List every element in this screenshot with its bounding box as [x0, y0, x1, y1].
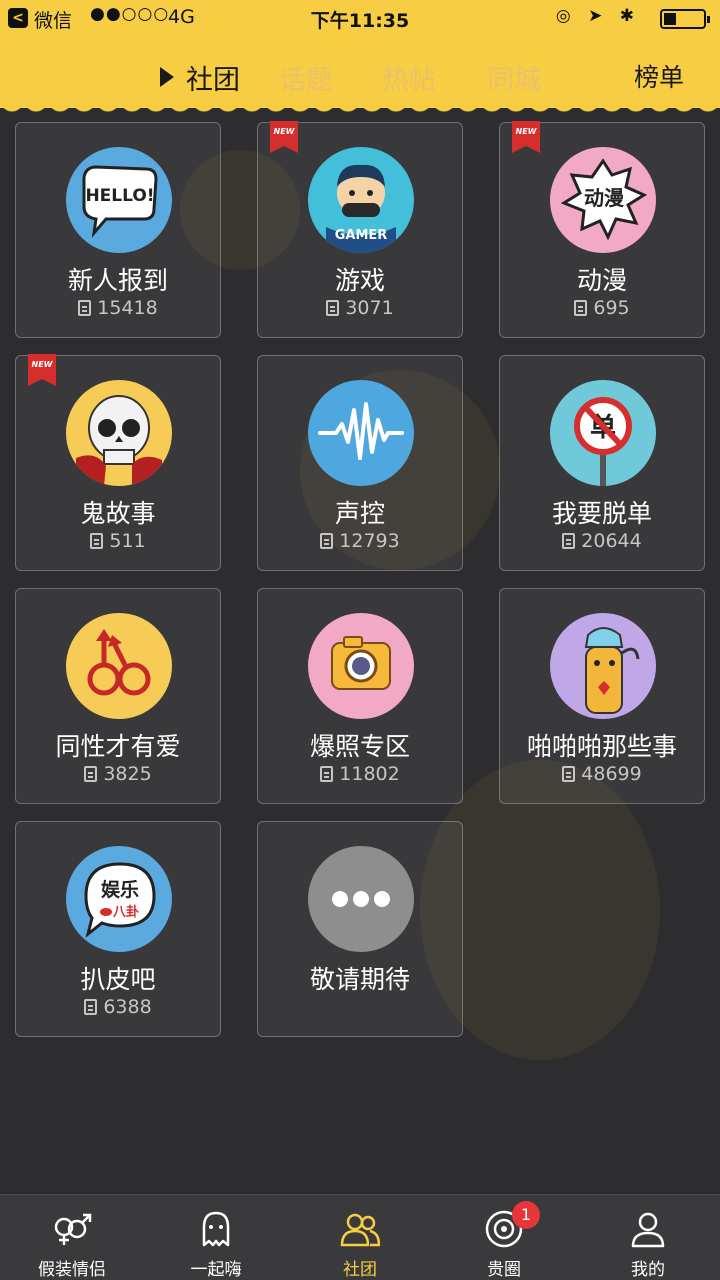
skull-icon [66, 380, 172, 486]
status-icons: ◎ ➤ ✱ [555, 6, 640, 26]
posts-doc-icon [84, 999, 98, 1015]
club-card-adult-talk[interactable]: 啪啪啪那些事 48699 [499, 588, 705, 804]
gamer-controller-icon: GAMER [308, 147, 414, 253]
tab-circle[interactable]: 1 贵圈 [432, 1195, 576, 1280]
sound-wave-icon [308, 380, 414, 486]
tab-topics[interactable]: 话题 [279, 58, 333, 97]
tab-mine[interactable]: 我的 [576, 1195, 720, 1280]
posts-doc-icon [326, 300, 340, 316]
club-post-count: 511 [16, 530, 220, 552]
comic-burst-icon: 动漫 [550, 147, 656, 253]
club-post-count: 6388 [16, 996, 220, 1018]
group-people-icon [340, 1209, 381, 1249]
tab-label: 我的 [631, 1260, 665, 1280]
bottom-tab-bar: 假装情侣 一起嗨 社团 1 贵圈 我的 [0, 1194, 720, 1280]
svg-text:动漫: 动漫 [584, 186, 625, 210]
posts-doc-icon [574, 300, 588, 316]
club-post-count: 20644 [500, 530, 704, 552]
club-card-photos[interactable]: 爆照专区 11802 [257, 588, 463, 804]
posts-doc-icon [320, 533, 334, 549]
club-name: 鬼故事 [80, 499, 156, 528]
new-badge: NEW [512, 121, 540, 153]
club-name: 声控 [334, 499, 385, 528]
posts-doc-icon [320, 766, 334, 782]
tab-label: 贵圈 [487, 1260, 521, 1280]
hello-speech-bubble-icon: HELLO! [66, 147, 172, 253]
svg-text:HELLO!: HELLO! [85, 186, 154, 206]
club-name: 敬请期待 [309, 965, 410, 994]
club-post-count: 12793 [258, 530, 462, 552]
club-post-count: 48699 [500, 763, 704, 785]
header-scallop-edge [0, 100, 720, 114]
club-card-coming-soon[interactable]: 敬请期待 [257, 821, 463, 1037]
club-card-newcomers[interactable]: HELLO! 新人报到 15418 [15, 122, 221, 338]
svg-text:娱乐: 娱乐 [101, 878, 139, 901]
svg-text:GAMER: GAMER [335, 228, 388, 243]
club-name: 动漫 [576, 266, 627, 295]
club-post-count: 695 [500, 297, 704, 319]
club-card-ghost-stories[interactable]: NEW 鬼故事 511 [15, 354, 221, 571]
header-tabs: 社团 话题 热帖 同城 榜单 [0, 52, 720, 100]
club-post-count: 3071 [258, 297, 462, 319]
gossip-bubble-icon: 娱乐 八卦 [66, 846, 172, 952]
club-card-lgbt[interactable]: 同性才有爱 3825 [15, 588, 221, 804]
svg-text:八卦: 八卦 [112, 904, 139, 920]
posts-doc-icon [84, 766, 98, 782]
status-bar: < 微信 ●●○○○ 4G 下午11:35 ◎ ➤ ✱ [0, 0, 720, 36]
club-card-games[interactable]: NEW GAMER 游戏 3071 [257, 121, 463, 338]
male-symbols-icon [66, 613, 172, 719]
active-arrow-icon [160, 67, 174, 87]
club-name: 啪啪啪那些事 [526, 732, 677, 761]
person-icon [628, 1209, 668, 1249]
posts-doc-icon [562, 533, 576, 549]
tab-label: 社团 [343, 1260, 377, 1280]
club-card-anime[interactable]: NEW 动漫 动漫 695 [499, 121, 705, 338]
tab-same-city[interactable]: 同城 [487, 58, 541, 97]
club-name: 扒皮吧 [80, 965, 156, 994]
club-name: 新人报到 [67, 266, 168, 295]
tab-clubs-bottom[interactable]: 社团 [288, 1195, 432, 1280]
cartoon-character-icon [550, 613, 656, 719]
battery-icon [660, 9, 710, 29]
club-name: 游戏 [334, 266, 385, 295]
tab-hot-posts[interactable]: 热帖 [382, 58, 436, 97]
notification-badge: 1 [512, 1201, 540, 1229]
club-card-gossip[interactable]: 娱乐 八卦 扒皮吧 6388 [15, 821, 221, 1037]
posts-doc-icon [562, 766, 576, 782]
club-post-count: 15418 [16, 297, 220, 319]
new-badge: NEW [28, 354, 56, 386]
gender-couple-icon [52, 1209, 92, 1249]
tab-hangout[interactable]: 一起嗨 [144, 1195, 288, 1280]
posts-doc-icon [78, 300, 92, 316]
club-card-voice[interactable]: 声控 12793 [257, 355, 463, 571]
tab-fake-couple[interactable]: 假装情侣 [0, 1195, 144, 1280]
club-name: 同性才有爱 [55, 732, 181, 761]
new-badge: NEW [270, 121, 298, 153]
club-name: 我要脱单 [551, 499, 652, 528]
club-post-count: 11802 [258, 763, 462, 785]
ghost-icon [196, 1209, 236, 1249]
ranking-button[interactable]: 榜单 [634, 58, 684, 94]
tab-clubs[interactable]: 社团 [160, 58, 240, 97]
tab-label: 假装情侣 [38, 1260, 106, 1280]
club-post-count: 3825 [16, 763, 220, 785]
club-name: 爆照专区 [309, 732, 410, 761]
club-card-find-partner[interactable]: 单 我要脱单 20644 [499, 355, 705, 571]
more-dots-icon [308, 846, 414, 952]
tab-label: 一起嗨 [190, 1260, 242, 1280]
no-single-sign-icon: 单 [550, 380, 656, 486]
posts-doc-icon [90, 533, 104, 549]
camera-icon [308, 613, 414, 719]
